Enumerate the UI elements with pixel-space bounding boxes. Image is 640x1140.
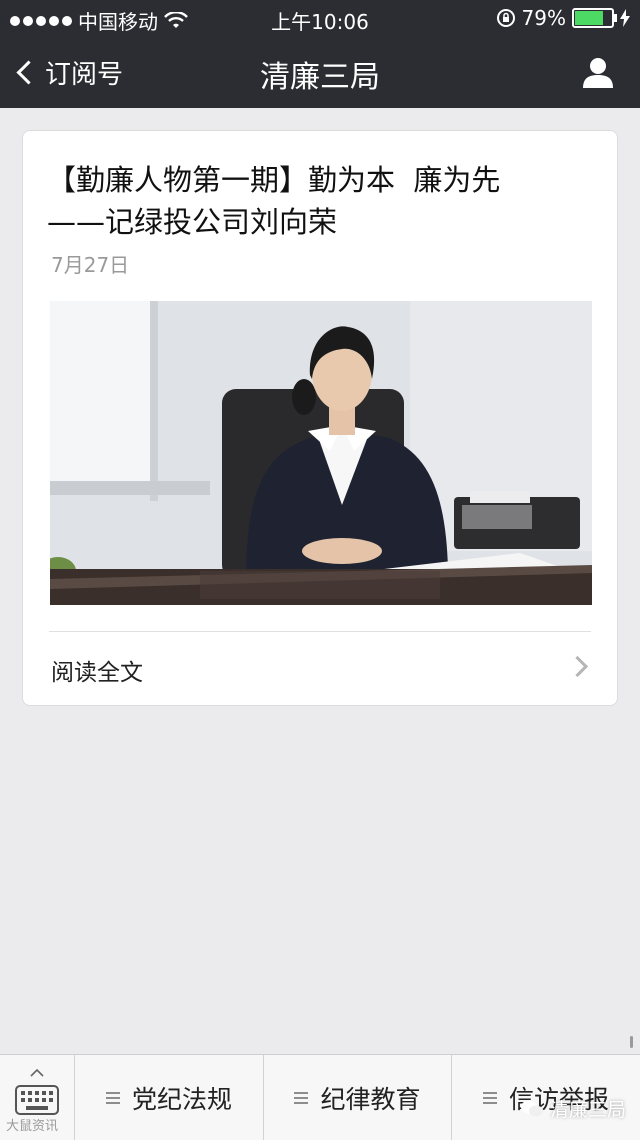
- navigation-bar: 订阅号 清廉三局: [0, 36, 640, 108]
- menu-item-label: 纪律教育: [320, 1084, 421, 1114]
- profile-icon[interactable]: [580, 54, 616, 90]
- rotation-lock-icon: [496, 9, 515, 27]
- watermark-right: 清廉三局: [520, 1095, 626, 1122]
- article-cover-image[interactable]: [50, 301, 592, 605]
- menu-lines-icon: [482, 1089, 497, 1107]
- menu-item-party-rules[interactable]: 党纪法规: [75, 1055, 264, 1140]
- article-headline[interactable]: 【勤廉人物第一期】勤为本 廉为先 ——记绿投公司刘向荣: [47, 159, 595, 243]
- battery-area: 79%: [496, 6, 630, 30]
- read-full-article-link[interactable]: 阅读全文: [49, 631, 591, 705]
- menu-lines-icon: [105, 1089, 120, 1107]
- bottom-menu-bar: 党纪法规 纪律教育 信访举报 大鼠资讯 清廉三局: [0, 1054, 640, 1140]
- keyboard-icon: [15, 1085, 59, 1115]
- read-all-label: 阅读全文: [51, 660, 143, 686]
- headline-line-1: 【勤廉人物第一期】勤为本 廉为先: [47, 163, 501, 197]
- battery-percent: 79%: [521, 6, 566, 30]
- menu-lines-icon: [294, 1089, 309, 1107]
- page-title: 清廉三局: [260, 60, 380, 95]
- watermark-right-text: 清廉三局: [549, 1099, 626, 1121]
- chevron-up-icon: [30, 1069, 44, 1077]
- wechat-icon: [520, 1100, 543, 1116]
- status-bar: 中国移动 上午10:06 79%: [0, 0, 640, 36]
- top-bar: 中国移动 上午10:06 79% 订阅号 清廉三局: [0, 0, 640, 108]
- chevron-right-icon: [566, 655, 589, 678]
- battery-icon: [572, 8, 617, 28]
- article-card[interactable]: 【勤廉人物第一期】勤为本 廉为先 ——记绿投公司刘向荣 7月27日 阅读全文: [22, 130, 618, 706]
- menu-item-discipline-education[interactable]: 纪律教育: [264, 1055, 452, 1140]
- article-date: 7月27日: [51, 253, 130, 277]
- headline-line-2: ——记绿投公司刘向荣: [47, 205, 338, 239]
- scroll-indicator: [630, 1036, 633, 1048]
- charging-bolt-icon: [620, 9, 630, 27]
- menu-item-label: 党纪法规: [131, 1084, 232, 1114]
- watermark-left: 大鼠资讯: [6, 1119, 59, 1134]
